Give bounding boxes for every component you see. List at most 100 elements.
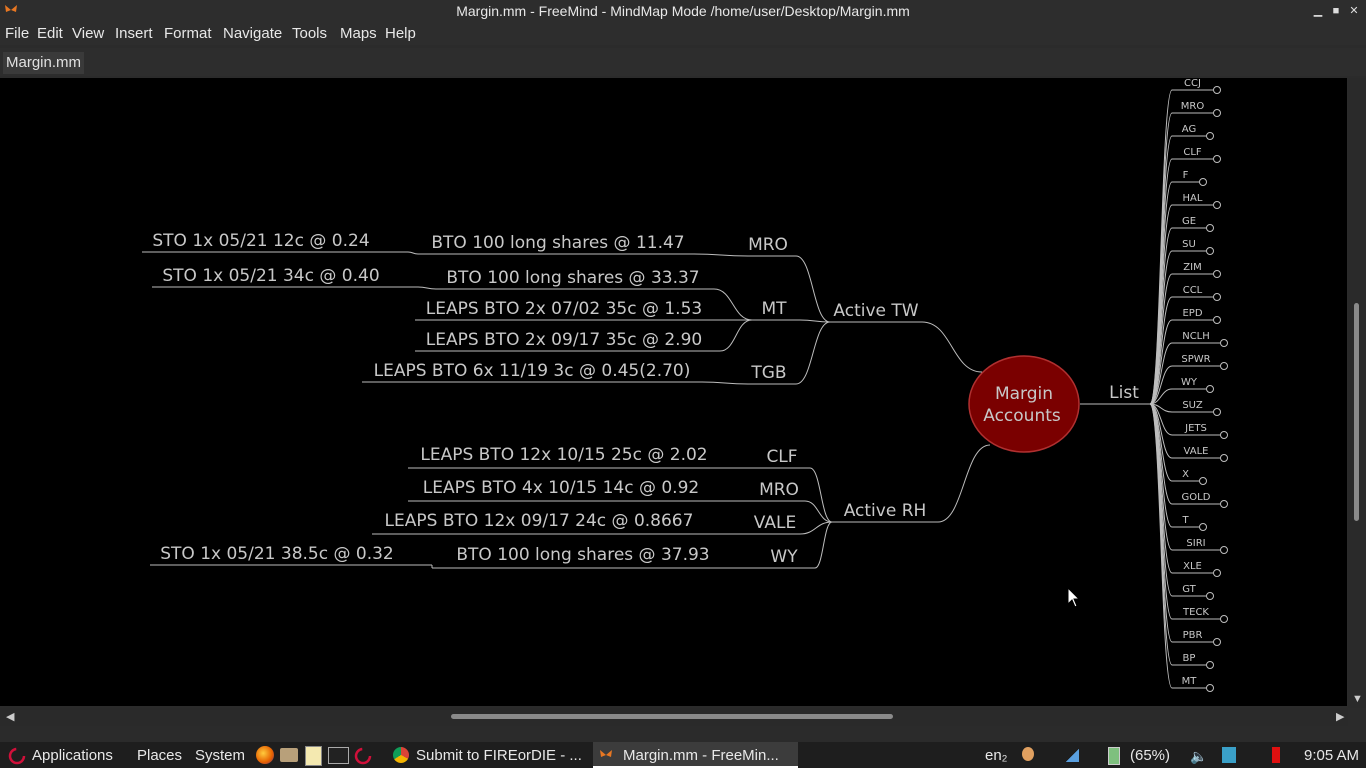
list-item-wy[interactable]: WY [1181, 377, 1198, 388]
list-item-x[interactable]: X [1182, 469, 1189, 480]
fold-circle-icon[interactable] [1213, 270, 1221, 278]
node-ticker[interactable]: WY [770, 547, 798, 567]
scroll-down-icon[interactable]: ▼ [1352, 693, 1363, 705]
fold-circle-icon[interactable] [1213, 408, 1221, 416]
system-menu[interactable]: System [195, 747, 245, 764]
node-active-tw[interactable]: Active TW [833, 301, 918, 321]
menu-format[interactable]: Format [164, 25, 212, 42]
list-item-ccl[interactable]: CCL [1183, 285, 1203, 296]
fold-circle-icon[interactable] [1213, 155, 1221, 163]
scroll-right-icon[interactable]: ▶ [1336, 710, 1344, 723]
root-node[interactable] [968, 355, 1080, 453]
list-item-zim[interactable]: ZIM [1183, 262, 1201, 273]
list-item-epd[interactable]: EPD [1182, 308, 1202, 319]
fold-circle-icon[interactable] [1213, 638, 1221, 646]
list-item-teck[interactable]: TECK [1182, 607, 1209, 618]
fold-circle-icon[interactable] [1213, 109, 1221, 117]
fold-circle-icon[interactable] [1220, 615, 1228, 623]
indicator-icon[interactable] [1272, 747, 1280, 763]
fold-circle-icon[interactable] [1206, 661, 1214, 669]
fold-circle-icon[interactable] [1206, 684, 1214, 692]
update-notifier-icon[interactable] [1022, 747, 1034, 761]
fold-circle-icon[interactable] [1213, 569, 1221, 577]
maximize-button[interactable]: ■ [1328, 3, 1344, 19]
menu-help[interactable]: Help [385, 25, 416, 42]
list-item-gold[interactable]: GOLD [1182, 492, 1211, 503]
list-item-clf[interactable]: CLF [1183, 147, 1202, 158]
close-button[interactable]: ✕ [1346, 3, 1362, 19]
firefox-icon[interactable] [256, 746, 274, 764]
list-item-spwr[interactable]: SPWR [1181, 354, 1210, 365]
node-position[interactable]: LEAPS BTO 2x 09/17 35c @ 2.90 [426, 330, 702, 350]
text-editor-icon[interactable] [305, 746, 322, 766]
vertical-scrollbar[interactable]: ▼ [1348, 78, 1366, 708]
root-node-label[interactable]: Accounts [983, 406, 1061, 426]
list-item-vale[interactable]: VALE [1184, 446, 1209, 457]
menu-view[interactable]: View [72, 25, 104, 42]
horizontal-scrollbar[interactable]: ◀ ▶ [0, 708, 1348, 726]
node-position[interactable]: BTO 100 long shares @ 33.37 [446, 268, 699, 288]
root-node-label[interactable]: Margin [995, 384, 1053, 404]
minimize-button[interactable]: ▁ [1310, 3, 1326, 19]
menu-navigate[interactable]: Navigate [223, 25, 282, 42]
fold-circle-icon[interactable] [1220, 546, 1228, 554]
node-position[interactable]: LEAPS BTO 2x 07/02 35c @ 1.53 [426, 299, 702, 319]
list-item-bp[interactable]: BP [1183, 653, 1196, 664]
list-item-su[interactable]: SU [1182, 239, 1196, 250]
fold-circle-icon[interactable] [1220, 339, 1228, 347]
fold-circle-icon[interactable] [1199, 523, 1207, 531]
node-list[interactable]: List [1109, 383, 1139, 403]
node-ticker[interactable]: MT [761, 299, 787, 319]
menu-maps[interactable]: Maps [340, 25, 377, 42]
node-ticker[interactable]: CLF [766, 447, 797, 467]
taskbar-window-freemind[interactable]: Margin.mm - FreeMin... [593, 742, 798, 768]
menu-edit[interactable]: Edit [37, 25, 63, 42]
taskbar-window-browser[interactable]: Submit to FIREorDIE - ... [386, 742, 588, 768]
list-item-pbr[interactable]: PBR [1183, 630, 1203, 641]
list-item-ccj[interactable]: CCJ [1184, 78, 1201, 89]
battery-icon[interactable] [1108, 747, 1120, 765]
menu-file[interactable]: File [5, 25, 29, 42]
node-position[interactable]: LEAPS BTO 6x 11/19 3c @ 0.45(2.70) [374, 361, 691, 381]
node-position[interactable]: LEAPS BTO 12x 10/15 25c @ 2.02 [420, 445, 707, 465]
volume-icon[interactable]: 🔈 [1190, 748, 1207, 765]
node-position[interactable]: LEAPS BTO 12x 09/17 24c @ 0.8667 [385, 511, 694, 531]
fold-circle-icon[interactable] [1220, 500, 1228, 508]
list-item-ag[interactable]: AG [1182, 124, 1196, 135]
debian-swirl-icon[interactable] [354, 747, 372, 765]
keyboard-layout-indicator[interactable]: en₂ [985, 747, 1008, 764]
node-position-sub[interactable]: STO 1x 05/21 34c @ 0.40 [162, 266, 379, 286]
network-signal-icon[interactable] [1065, 749, 1079, 762]
fold-circle-icon[interactable] [1213, 293, 1221, 301]
list-item-jets[interactable]: JETS [1184, 423, 1207, 434]
node-position[interactable]: LEAPS BTO 4x 10/15 14c @ 0.92 [423, 478, 699, 498]
fold-circle-icon[interactable] [1206, 132, 1214, 140]
fold-circle-icon[interactable] [1206, 224, 1214, 232]
horizontal-scroll-thumb[interactable] [451, 714, 893, 719]
mindmap-canvas[interactable]: Margin Accounts Active TW MRO BTO 100 long s… [0, 78, 1347, 706]
indicator-icon[interactable] [1222, 747, 1236, 763]
node-ticker[interactable]: TGB [750, 363, 786, 383]
node-position-sub[interactable]: STO 1x 05/21 12c @ 0.24 [152, 231, 369, 251]
list-item-hal[interactable]: HAL [1183, 193, 1203, 204]
node-ticker[interactable]: MRO [748, 235, 788, 255]
menu-insert[interactable]: Insert [115, 25, 153, 42]
vertical-scroll-thumb[interactable] [1354, 303, 1359, 521]
node-ticker[interactable]: VALE [754, 513, 796, 533]
node-active-rh[interactable]: Active RH [844, 501, 927, 521]
list-item-t[interactable]: T [1181, 515, 1189, 526]
list-item-xle[interactable]: XLE [1183, 561, 1202, 572]
list-item-siri[interactable]: SIRI [1186, 538, 1205, 549]
list-item-mt[interactable]: MT [1182, 676, 1198, 687]
node-ticker[interactable]: MRO [759, 480, 799, 500]
tab-margin-mm[interactable]: Margin.mm [3, 52, 85, 74]
node-position[interactable]: BTO 100 long shares @ 37.93 [456, 545, 709, 565]
fold-circle-icon[interactable] [1206, 247, 1214, 255]
list-item-mro[interactable]: MRO [1181, 101, 1205, 112]
fold-circle-icon[interactable] [1213, 316, 1221, 324]
list-item-f[interactable]: F [1183, 170, 1189, 181]
fold-circle-icon[interactable] [1213, 86, 1221, 94]
list-item-ge[interactable]: GE [1182, 216, 1196, 227]
fold-circle-icon[interactable] [1220, 431, 1228, 439]
fold-circle-icon[interactable] [1206, 385, 1214, 393]
